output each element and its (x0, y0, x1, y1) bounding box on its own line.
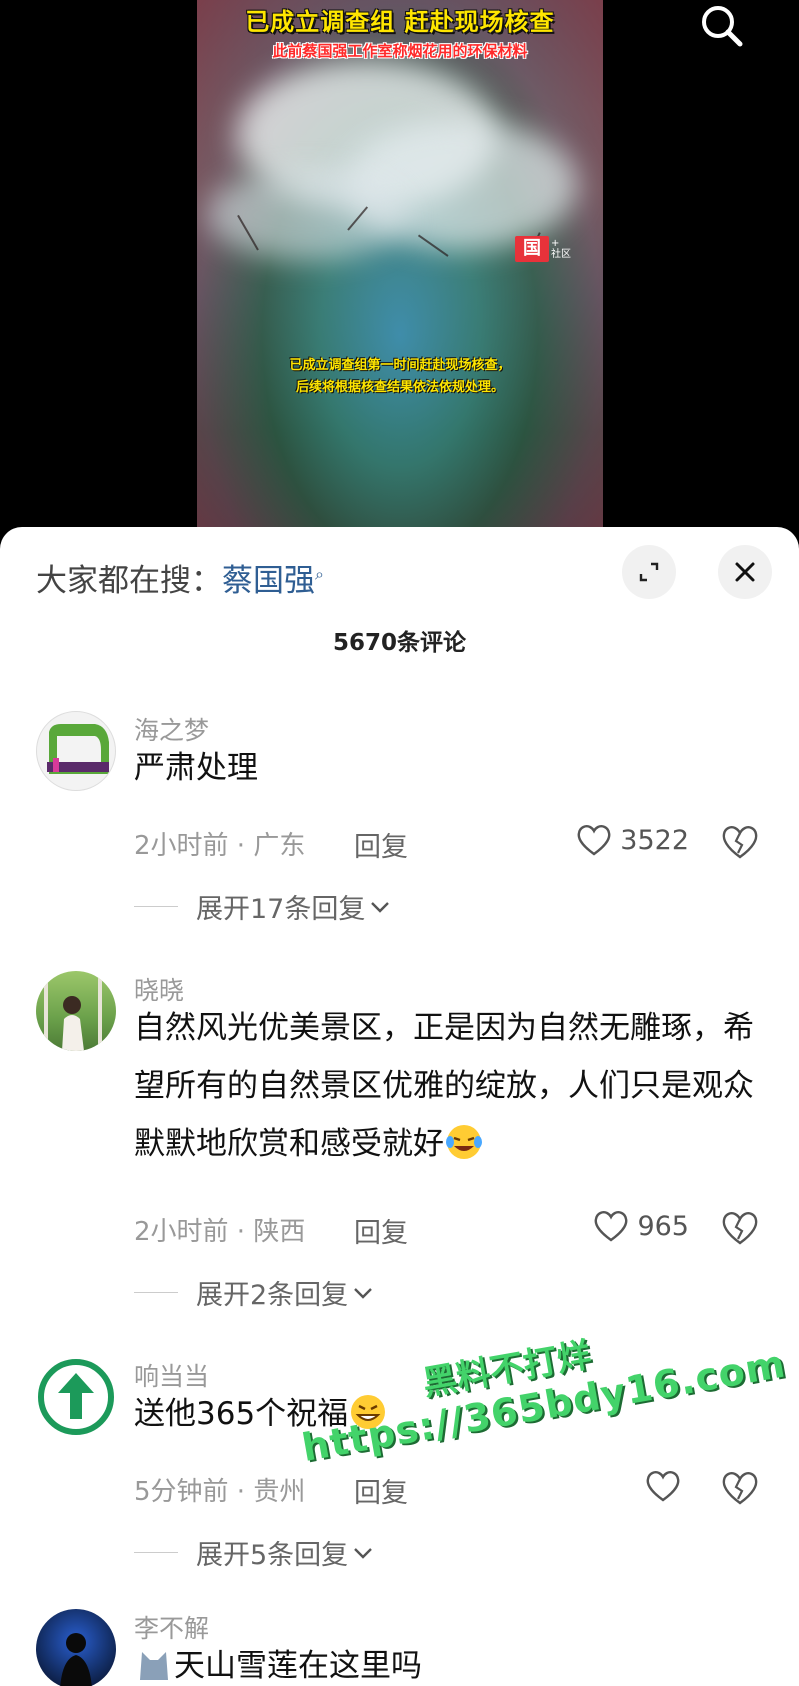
caption-line: 后续将根据核查结果依法依规处理。 (295, 380, 504, 395)
comment-text-body: 天山雪莲在这里吗 (174, 1648, 422, 1684)
news-logo-icon: 国 (515, 236, 549, 262)
broken-heart-icon (722, 1212, 758, 1245)
reply-button[interactable]: 回复 (354, 825, 408, 864)
like-count: 965 (637, 1210, 689, 1242)
laughing-crying-emoji-icon (444, 1122, 484, 1162)
divider (134, 1552, 178, 1553)
avatar[interactable] (36, 1609, 116, 1686)
hot-search-keyword[interactable]: 蔡国强 (222, 563, 315, 599)
comment-text: 自然风光优美景区，正是因为自然无雕琢，希望所有的自然景区优雅的绽放，人们只是观众… (134, 999, 764, 1173)
cat-emoji-icon (134, 1644, 174, 1684)
hot-search-label: 大家都在搜： (36, 563, 222, 599)
video-headline: 已成立调查组 赶赴现场核查 (245, 8, 555, 36)
expand-replies-button[interactable]: 展开5条回复 (134, 1533, 374, 1572)
comment-meta: 2小时前 · 陕西 (134, 1217, 306, 1247)
avatar[interactable] (36, 1357, 116, 1437)
dislike-button[interactable] (720, 1209, 760, 1249)
avatar-image (47, 724, 109, 774)
avatar[interactable] (36, 971, 116, 1051)
reply-button[interactable]: 回复 (354, 1211, 408, 1250)
expand-replies-label: 展开2条回复 (196, 1280, 349, 1311)
comment-text: 送他365个祝福 (134, 1385, 764, 1443)
search-icon (702, 6, 743, 47)
chevron-down-icon (354, 1547, 373, 1559)
like-button[interactable] (645, 1469, 689, 1503)
expand-replies-label: 展开5条回复 (196, 1540, 349, 1571)
dislike-button[interactable] (720, 823, 760, 863)
caption-line: 已成立调查组第一时间赶赴现场核查， (289, 358, 511, 373)
heart-icon (646, 1471, 680, 1502)
expand-fullscreen-button[interactable] (622, 545, 676, 599)
close-panel-button[interactable] (718, 545, 772, 599)
avatar-image (60, 1633, 92, 1686)
comment-text: 严肃处理 (134, 750, 258, 786)
close-icon (735, 562, 755, 582)
reply-button[interactable]: 回复 (354, 1471, 408, 1510)
chevron-down-icon (354, 1287, 373, 1299)
video-player[interactable]: 已成立调查组 赶赴现场核查 此前蔡国强工作室称烟花用的环保材料 国 + 社区 已… (0, 0, 799, 540)
grinning-emoji-icon (348, 1392, 388, 1432)
hot-search-bar[interactable]: 大家都在搜：蔡国强⌕ (36, 555, 324, 600)
comment-panel: 大家都在搜：蔡国强⌕ 5670条评论 海之梦 严肃处理 2小时前 · 广东 回复 (0, 527, 799, 1686)
green-arrow-up-icon (38, 1359, 114, 1435)
chevron-down-icon (371, 901, 390, 913)
avatar[interactable] (36, 711, 116, 791)
heart-icon (595, 1211, 628, 1242)
divider (134, 906, 178, 907)
video-caption: 已成立调查组第一时间赶赴现场核查， 后续将根据核查结果依法依规处理。 (197, 355, 603, 399)
dislike-button[interactable] (720, 1469, 760, 1509)
broken-heart-icon (722, 826, 758, 859)
search-icon: ⌕ (315, 564, 324, 584)
like-count: 3522 (620, 824, 689, 856)
expand-replies-button[interactable]: 展开17条回复 (134, 887, 391, 926)
comment-text-body: 送他365个祝福 (134, 1396, 349, 1432)
video-frame[interactable]: 已成立调查组 赶赴现场核查 此前蔡国强工作室称烟花用的环保材料 国 + 社区 已… (197, 0, 603, 540)
news-logo-label: + 社区 (551, 238, 571, 260)
avatar-image (44, 971, 102, 1051)
comment-meta: 2小时前 · 广东 (134, 831, 306, 861)
comment-count: 5670条评论 (332, 630, 466, 656)
heart-icon (577, 825, 611, 856)
search-button[interactable] (694, 0, 750, 52)
expand-icon (639, 562, 659, 582)
comment-meta: 5分钟前 · 贵州 (134, 1477, 306, 1507)
broken-heart-icon (722, 1472, 758, 1505)
comment-text: 天山雪莲在这里吗 (134, 1637, 764, 1686)
video-subheadline: 此前蔡国强工作室称烟花用的环保材料 (272, 42, 528, 60)
expand-replies-button[interactable]: 展开2条回复 (134, 1273, 374, 1312)
expand-replies-label: 展开17条回复 (196, 894, 366, 925)
like-button[interactable]: 965 (593, 1209, 689, 1243)
divider (134, 1292, 178, 1293)
like-button[interactable]: 3522 (576, 823, 689, 857)
